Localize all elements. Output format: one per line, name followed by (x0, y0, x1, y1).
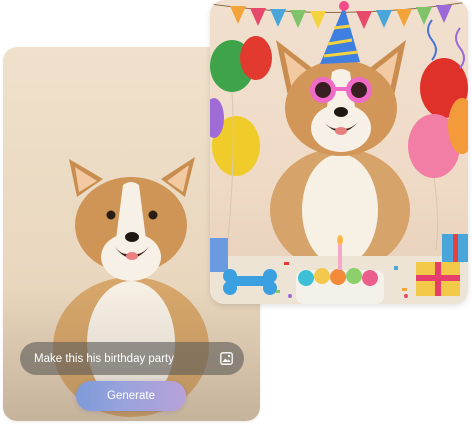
generated-birthday-photo-card (210, 0, 468, 304)
image-icon[interactable] (219, 351, 234, 366)
generated-birthday-photo (210, 1, 468, 304)
prompt-input-bar[interactable]: Make this his birthday party (20, 342, 244, 375)
prompt-text[interactable]: Make this his birthday party (34, 353, 219, 365)
generate-button[interactable]: Generate (76, 381, 186, 411)
